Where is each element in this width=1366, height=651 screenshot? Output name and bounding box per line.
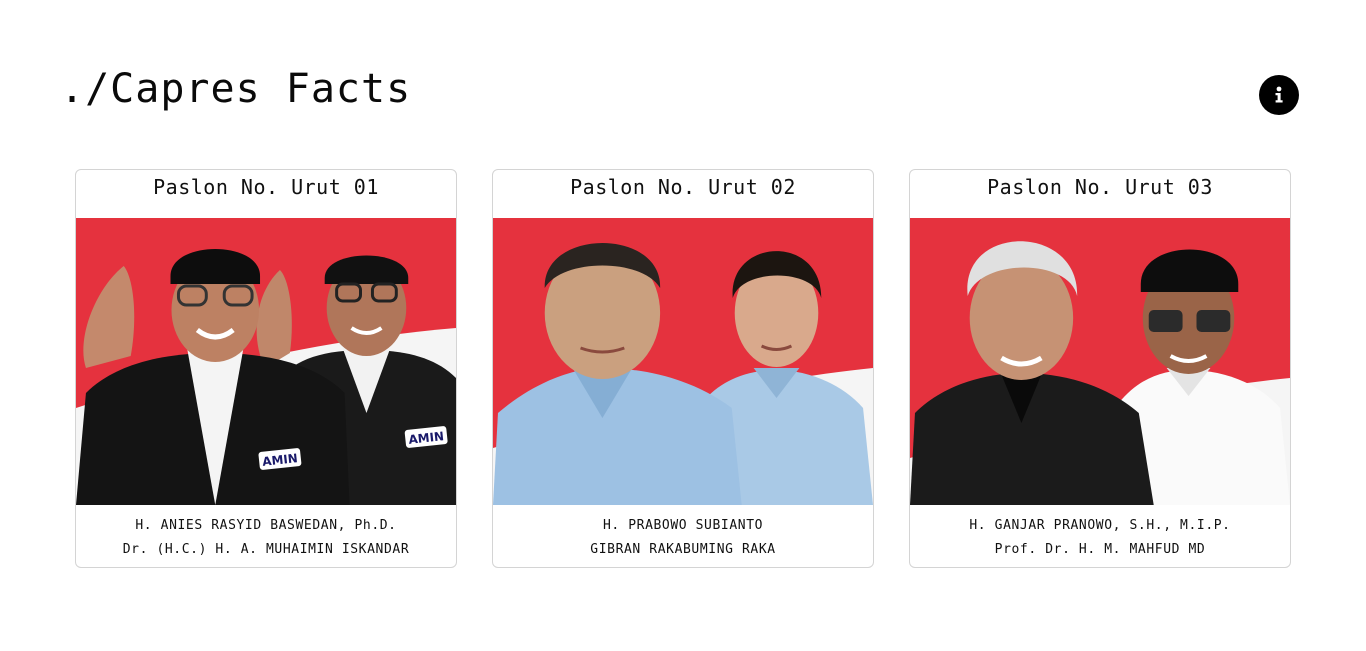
president-name: H. PRABOWO SUBIANTO <box>602 518 764 533</box>
candidate-card-03[interactable]: Paslon No. Urut 03 H. GANJAR PRANOWO, S.… <box>909 169 1291 568</box>
candidate-card-02[interactable]: Paslon No. Urut 02 H. PRABOWO SUBIANTO G… <box>492 169 874 568</box>
president-name: H. ANIES RASYID BASWEDAN, Ph.D. <box>135 518 397 533</box>
info-button[interactable] <box>1259 75 1299 115</box>
page-title: ./Capres Facts <box>60 66 412 112</box>
info-icon <box>1268 84 1290 106</box>
card-names: H. PRABOWO SUBIANTO GIBRAN RAKABUMING RA… <box>493 505 873 567</box>
card-heading: Paslon No. Urut 02 <box>570 175 796 199</box>
card-heading: Paslon No. Urut 03 <box>987 175 1213 199</box>
candidate-cards: Paslon No. Urut 01 AMIN AMIN H. ANIES RA… <box>75 169 1291 568</box>
vice-president-name: Prof. Dr. H. M. MAHFUD MD <box>994 542 1206 557</box>
vice-president-name: GIBRAN RAKABUMING RAKA <box>590 542 776 557</box>
card-names: H. GANJAR PRANOWO, S.H., M.I.P. Prof. Dr… <box>910 505 1290 567</box>
president-name: H. GANJAR PRANOWO, S.H., M.I.P. <box>969 518 1231 533</box>
card-names: H. ANIES RASYID BASWEDAN, Ph.D. Dr. (H.C… <box>76 505 456 567</box>
candidate-photo-01: AMIN AMIN <box>76 218 456 505</box>
candidate-card-01[interactable]: Paslon No. Urut 01 AMIN AMIN H. ANIES RA… <box>75 169 457 568</box>
vice-president-name: Dr. (H.C.) H. A. MUHAIMIN ISKANDAR <box>122 542 410 557</box>
candidate-photo-02 <box>493 218 873 505</box>
candidate-photo-03 <box>910 218 1290 505</box>
page: ./Capres Facts Paslon No. Urut 01 AMIN A… <box>0 0 1366 651</box>
card-heading: Paslon No. Urut 01 <box>153 175 379 199</box>
